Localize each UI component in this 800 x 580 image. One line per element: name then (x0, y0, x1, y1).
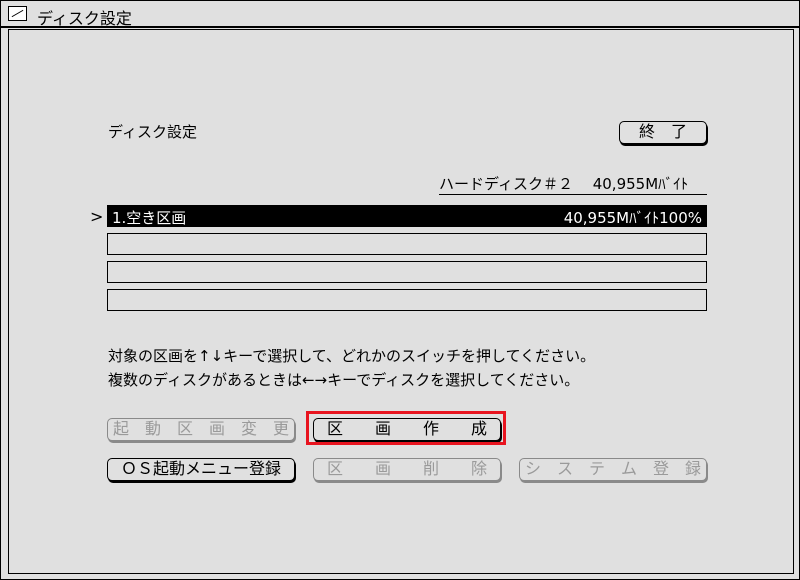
window-title: ディスク設定 (37, 9, 132, 28)
disk-label: ハードディスク＃２ 40,955Mﾊﾞｲﾄ (439, 175, 689, 193)
disk-label-underline (439, 194, 707, 195)
page-heading: ディスク設定 (108, 123, 197, 141)
quit-button[interactable]: 終 了 (619, 121, 707, 144)
partition-row-2[interactable] (107, 233, 707, 255)
partition-row-3[interactable] (107, 261, 707, 283)
partition-row-4[interactable] (107, 289, 707, 311)
window-menu-icon[interactable] (8, 6, 27, 21)
partition-label: 1.空き区画 (112, 209, 187, 227)
partition-size: 40,955Mﾊﾞｲﾄ100% (563, 209, 702, 227)
highlight-box (306, 411, 506, 445)
instruction-line-1: 対象の区画を↑↓キーで選択して、どれかのスイッチを押してください。 (108, 347, 596, 365)
selection-cursor: > (90, 207, 104, 226)
os-boot-menu-register-button[interactable]: ＯＳ起動メニュー登録 (107, 458, 295, 481)
system-register-button[interactable]: シ ス テ ム 登 録 (519, 458, 707, 481)
delete-partition-button[interactable]: 区 画 削 除 (313, 458, 501, 481)
partition-row-1[interactable]: 1.空き区画 40,955Mﾊﾞｲﾄ100% (107, 205, 707, 227)
title-bar[interactable]: ディスク設定 (1, 1, 799, 28)
instruction-line-2: 複数のディスクがあるときは←→キーでディスクを選択してください。 (108, 371, 580, 389)
change-boot-partition-button[interactable]: 起 動 区 画 変 更 (107, 418, 295, 441)
